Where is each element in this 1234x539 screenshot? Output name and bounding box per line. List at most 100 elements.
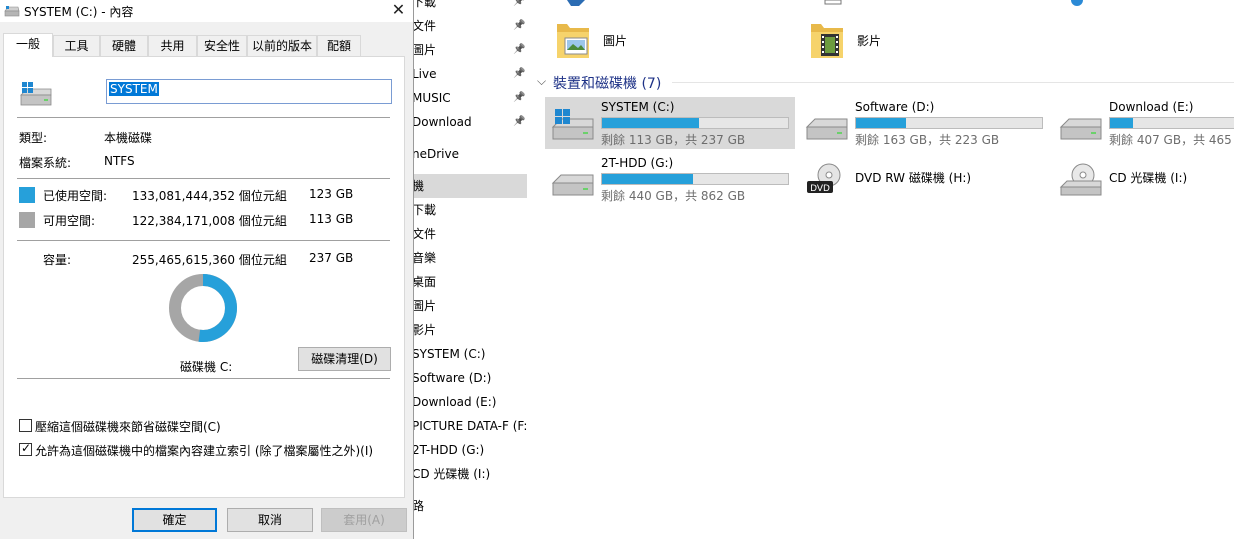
drive-name-value: SYSTEM <box>109 82 159 96</box>
nav-item[interactable]: 路 <box>405 494 527 518</box>
nav-item[interactable]: neDrive <box>405 142 527 166</box>
nav-item[interactable]: 文件 📌 <box>405 14 527 38</box>
free-space-label: 可用空間: <box>43 214 96 228</box>
nav-item-label: 圖片 <box>412 43 437 57</box>
drive-name: SYSTEM (C:) <box>601 100 675 114</box>
drive-usage-bar <box>1109 117 1234 129</box>
disk-usage-donut <box>169 274 237 342</box>
drive-usage-fill <box>856 118 907 128</box>
partial-folder-icon <box>567 0 585 6</box>
nav-item[interactable]: 2T-HDD (G:) <box>405 438 527 462</box>
drive-free-space: 剩餘 113 GB，共 237 GB <box>601 133 746 147</box>
ok-button[interactable]: 確定 <box>132 508 217 532</box>
pin-icon[interactable]: 📌 <box>513 14 525 38</box>
windows-drive-icon <box>20 82 52 106</box>
index-label[interactable]: 允許為這個磁碟機中的檔案內容建立索引 (除了檔案屬性之外)(I) <box>35 442 373 459</box>
nav-item[interactable]: MUSIC 📌 <box>405 86 527 110</box>
drive-name: Software (D:) <box>855 100 935 114</box>
capacity-gb: 237 GB <box>309 251 354 265</box>
drive-usage-fill <box>1110 118 1134 128</box>
drive-tile[interactable]: 2T-HDD (G:) 剩餘 440 GB，共 862 GB <box>545 153 795 205</box>
close-icon[interactable]: ✕ <box>384 0 413 22</box>
content-pane: 圖片 影片 ⌵ 裝置和磁碟機 (7) SYSTEM (C:) 剩餘 113 GB，… <box>527 0 1234 539</box>
nav-item[interactable]: 下載 📌 <box>405 0 527 14</box>
nav-item[interactable]: 音樂 <box>405 246 527 270</box>
nav-item-label: CD 光碟機 (I:) <box>412 467 491 481</box>
drive-tile[interactable]: DVD DVD RW 磁碟機 (H:) <box>799 153 1049 205</box>
nav-item-label: 下載 <box>412 0 437 9</box>
tab-quota[interactable]: 配額 <box>317 35 361 57</box>
nav-item-label: 文件 <box>412 227 437 241</box>
drive-usage-bar <box>601 173 789 185</box>
drive-name: 2T-HDD (G:) <box>601 156 674 170</box>
drive-name-input[interactable]: SYSTEM <box>106 79 392 104</box>
drive-tile[interactable]: SYSTEM (C:) 剩餘 113 GB，共 237 GB <box>545 97 795 149</box>
nav-item[interactable]: Download 📌 <box>405 110 527 134</box>
index-checkbox[interactable]: ✓ <box>19 441 32 456</box>
nav-item[interactable]: SYSTEM (C:) <box>405 342 527 366</box>
devices-group-header[interactable]: ⌵ 裝置和磁碟機 (7) <box>537 72 1234 92</box>
partial-download-icon <box>1071 0 1083 6</box>
tab-hardware[interactable]: 硬體 <box>100 35 148 57</box>
chevron-down-icon[interactable]: ⌵ <box>537 74 546 89</box>
svg-text:DVD: DVD <box>810 184 830 194</box>
nav-item[interactable]: 圖片 <box>405 294 527 318</box>
drive-name: CD 光碟機 (I:) <box>1109 171 1188 185</box>
nav-item-label: Live <box>412 67 437 81</box>
cancel-button[interactable]: 取消 <box>227 508 313 532</box>
pin-icon[interactable]: 📌 <box>513 38 525 62</box>
donut-used-arc <box>198 274 237 342</box>
pin-icon[interactable]: 📌 <box>513 110 525 134</box>
nav-item-label: Software (D:) <box>412 371 492 385</box>
drive-tile[interactable]: Download (E:) 剩餘 407 GB，共 465 G <box>1053 97 1234 149</box>
properties-dialog: SYSTEM (C:) - 內容 ✕ 一般 工具 硬體 共用 安全性 以前的版本… <box>0 0 414 539</box>
compress-checkbox[interactable] <box>19 419 32 432</box>
dialog-titlebar[interactable]: SYSTEM (C:) - 內容 ✕ <box>0 0 413 22</box>
separator <box>17 178 390 179</box>
drive-free-space: 剩餘 163 GB，共 223 GB <box>855 133 1000 147</box>
pin-icon[interactable]: 📌 <box>513 86 525 110</box>
drive-usage-bar <box>855 117 1043 129</box>
drive-tile[interactable]: CD 光碟機 (I:) <box>1053 153 1234 205</box>
nav-item[interactable]: Download (E:) <box>405 390 527 414</box>
disk-cleanup-button[interactable]: 磁碟清理(D) <box>298 347 391 371</box>
compress-label[interactable]: 壓縮這個磁碟機來節省磁碟空間(C) <box>35 418 221 435</box>
free-space-swatch <box>19 212 35 228</box>
folder-pictures[interactable]: 圖片 <box>555 20 755 70</box>
drive-usage-bar <box>601 117 789 129</box>
drive-tile[interactable]: Software (D:) 剩餘 163 GB，共 223 GB <box>799 97 1049 149</box>
videos-folder-icon <box>811 24 843 58</box>
nav-item[interactable]: Live 📌 <box>405 62 527 86</box>
nav-item[interactable]: 影片 <box>405 318 527 342</box>
pin-icon[interactable]: 📌 <box>513 0 525 14</box>
drive-usage-fill <box>602 174 694 184</box>
nav-item[interactable]: PICTURE DATA-F (F:) <box>405 414 527 438</box>
general-tab-panel: SYSTEM 類型: 本機磁碟 檔案系統: NTFS 已使用空間: 133,08… <box>3 56 405 498</box>
tab-general[interactable]: 一般 <box>3 33 53 57</box>
nav-item[interactable]: 下載 <box>405 198 527 222</box>
nav-item[interactable]: 圖片 📌 <box>405 38 527 62</box>
tab-strip: 一般 工具 硬體 共用 安全性 以前的版本 配額 <box>3 33 403 57</box>
tab-security[interactable]: 安全性 <box>197 35 247 57</box>
type-value: 本機磁碟 <box>104 131 153 145</box>
tab-tools[interactable]: 工具 <box>53 35 100 57</box>
dialog-title: SYSTEM (C:) - 內容 <box>24 5 134 19</box>
used-space-gb: 123 GB <box>309 187 354 201</box>
hard-drive-icon <box>1059 118 1102 140</box>
drive-icon <box>4 6 20 17</box>
tab-sharing[interactable]: 共用 <box>148 35 197 57</box>
nav-item[interactable]: 文件 <box>405 222 527 246</box>
tab-previous-versions[interactable]: 以前的版本 <box>247 35 317 57</box>
nav-item[interactable]: Software (D:) <box>405 366 527 390</box>
apply-button[interactable]: 套用(A) <box>321 508 407 532</box>
pictures-folder-icon <box>557 24 589 58</box>
pin-icon[interactable]: 📌 <box>513 62 525 86</box>
folder-videos[interactable]: 影片 <box>809 20 1009 70</box>
capacity-bytes: 255,465,615,360 個位元組 <box>132 253 287 267</box>
windows-drive-icon <box>551 109 594 140</box>
nav-item-label: SYSTEM (C:) <box>412 347 486 361</box>
nav-item-label: 桌面 <box>412 275 437 289</box>
nav-item[interactable]: CD 光碟機 (I:) <box>405 462 527 486</box>
nav-item[interactable]: 機 <box>405 174 527 198</box>
nav-item[interactable]: 桌面 <box>405 270 527 294</box>
